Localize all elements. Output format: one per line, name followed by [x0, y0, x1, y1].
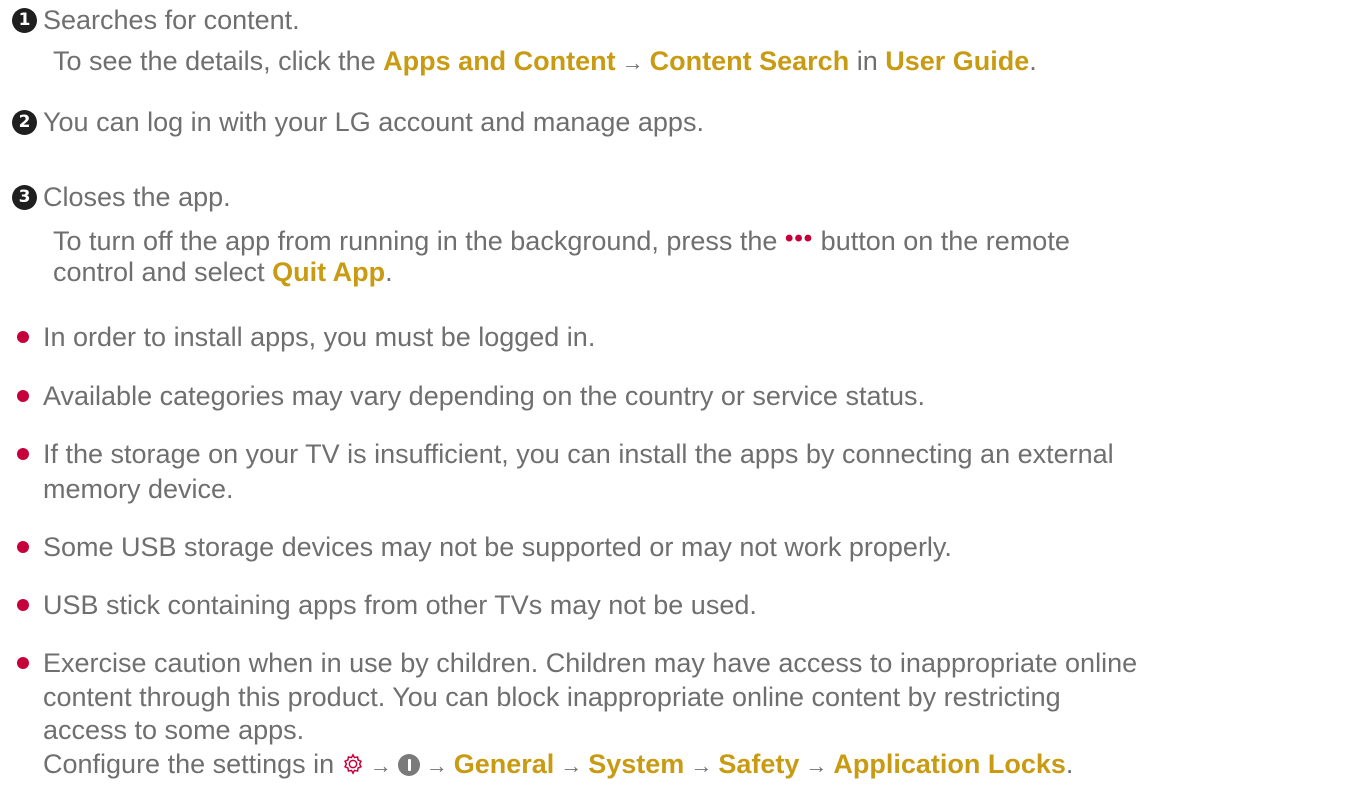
arrow-icon: →	[369, 753, 392, 778]
link-application-locks[interactable]: Application Locks	[833, 749, 1066, 779]
link-system[interactable]: System	[588, 749, 684, 779]
arrow-icon: →	[690, 753, 713, 778]
number-marker: 1	[12, 8, 37, 33]
link-general[interactable]: General	[454, 749, 555, 779]
arrow-icon: →	[805, 753, 828, 778]
step-text: You can log in with your LG account and …	[43, 107, 704, 137]
bullet-dot	[17, 331, 29, 343]
link-quit-app[interactable]: Quit App	[272, 257, 385, 287]
bullet-dot	[17, 390, 29, 402]
step-detail-cont: control and select Quit App.	[53, 257, 393, 287]
step-detail: To see the details, click the Apps and C…	[53, 46, 1037, 76]
bullet-text-cont: access to some apps.	[43, 715, 305, 745]
more-icon	[397, 754, 420, 776]
number-marker: 3	[12, 185, 37, 210]
bullet-text: Available categories may vary depending …	[43, 381, 925, 411]
step-text: Searches for content.	[43, 5, 300, 35]
bullet-dot	[17, 541, 29, 553]
bullet-text-cont: content through this product. You can bl…	[43, 682, 1061, 712]
arrow-icon: →	[425, 753, 448, 778]
bullet-text: Exercise caution when in use by children…	[43, 648, 1138, 678]
more-dots-icon: •••	[784, 225, 814, 252]
link-apps-and-content[interactable]: Apps and Content	[383, 46, 615, 76]
bullet-dot	[17, 448, 29, 460]
configure-path: Configure the settings in → → General → Syst…	[43, 749, 1074, 779]
link-content-search[interactable]: Content Search	[650, 46, 850, 76]
number-marker: 2	[12, 110, 37, 135]
step-text: Closes the app.	[43, 182, 231, 212]
bullet-text-cont: memory device.	[43, 474, 234, 504]
arrow-icon: →	[621, 50, 644, 75]
bullet-text: Some USB storage devices may not be supp…	[43, 532, 952, 562]
link-safety[interactable]: Safety	[718, 749, 799, 779]
bullet-text: In order to install apps, you must be lo…	[43, 322, 596, 352]
bullet-dot	[17, 657, 29, 669]
bullet-text: USB stick containing apps from other TVs…	[43, 590, 757, 620]
bullet-dot	[17, 599, 29, 611]
step-detail: To turn off the app from running in the …	[53, 222, 1070, 258]
gear-icon	[343, 753, 362, 775]
link-user-guide[interactable]: User Guide	[885, 46, 1029, 76]
bullet-text: If the storage on your TV is insufficien…	[43, 439, 1114, 469]
arrow-icon: →	[560, 753, 583, 778]
